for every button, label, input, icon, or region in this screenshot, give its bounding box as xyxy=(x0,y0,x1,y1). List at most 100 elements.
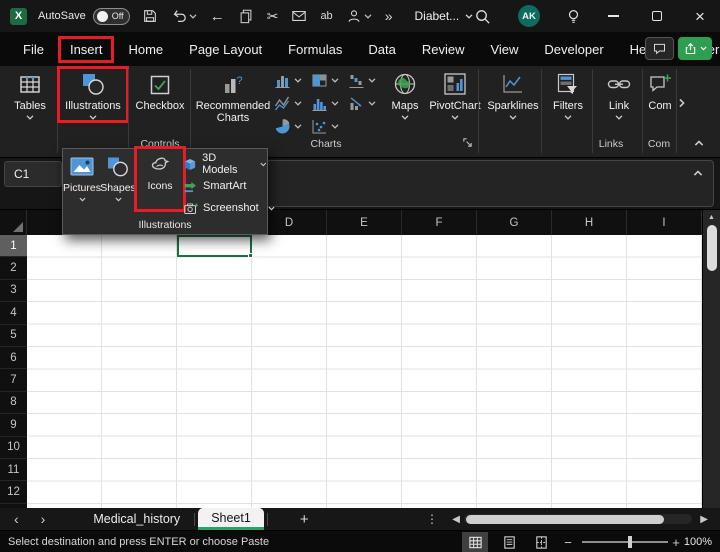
row-header[interactable]: 3 xyxy=(0,280,27,302)
menu-item-smartart[interactable]: SmartArt xyxy=(183,177,246,195)
horizontal-scrollbar[interactable] xyxy=(464,514,692,524)
tab-view[interactable]: View xyxy=(478,36,530,63)
menu-item-3d-models[interactable]: 3D Models xyxy=(183,155,267,173)
normal-view-button[interactable] xyxy=(462,531,488,552)
column-header[interactable]: F xyxy=(402,210,477,235)
row-header[interactable]: 6 xyxy=(0,347,27,369)
email-button[interactable] xyxy=(291,8,307,24)
histogram-chart-icon xyxy=(311,95,328,112)
splitter-dots-icon[interactable]: ⋮ xyxy=(426,512,438,526)
checkbox-button[interactable]: Checkbox xyxy=(132,69,188,112)
vertical-scroll-thumb[interactable] xyxy=(707,225,717,271)
close-button[interactable]: × xyxy=(689,0,711,32)
search-icon[interactable] xyxy=(472,0,492,32)
insert-waterfall-chart-button[interactable] xyxy=(348,72,376,89)
column-header[interactable]: H xyxy=(552,210,627,235)
sheet-tab-medical-history[interactable]: Medical_history xyxy=(93,512,180,526)
menu-item-pictures[interactable]: Pictures xyxy=(65,151,99,213)
select-all-button[interactable] xyxy=(0,210,27,235)
maximize-button[interactable] xyxy=(646,0,668,32)
cut-icon[interactable]: ✂ xyxy=(267,9,279,23)
menu-item-screenshot[interactable]: Screenshot xyxy=(183,199,275,217)
row-header[interactable]: 8 xyxy=(0,392,27,414)
tab-page-layout[interactable]: Page Layout xyxy=(177,36,274,63)
sparklines-button[interactable]: Sparklines xyxy=(484,69,542,120)
horizontal-scroll-thumb[interactable] xyxy=(466,515,664,524)
row-header[interactable]: 9 xyxy=(0,414,27,436)
column-header[interactable]: I xyxy=(627,210,702,235)
recommended-charts-button[interactable]: Recommended Charts xyxy=(194,69,272,124)
charts-dialog-launcher-icon[interactable] xyxy=(462,137,473,148)
zoom-out-button[interactable]: − xyxy=(562,531,574,552)
autosave-state: Off xyxy=(112,11,124,21)
prev-sheet-icon[interactable]: ‹ xyxy=(14,512,19,526)
next-sheet-icon[interactable]: › xyxy=(41,512,46,526)
document-title[interactable]: Diabet... xyxy=(414,9,473,23)
maps-button[interactable]: Maps xyxy=(384,69,426,120)
scroll-left-icon[interactable]: ◀ xyxy=(452,514,460,525)
tab-data[interactable]: Data xyxy=(356,36,407,63)
tab-developer[interactable]: Developer xyxy=(532,36,615,63)
sheet-tab-sheet1[interactable]: Sheet1 xyxy=(198,508,264,530)
page-layout-view-button[interactable] xyxy=(496,531,522,552)
new-sheet-button[interactable]: + xyxy=(300,511,309,528)
pivotchart-button[interactable]: PivotChart xyxy=(428,69,482,120)
tables-button[interactable]: Tables xyxy=(4,69,56,120)
back-arrow-icon[interactable]: ← xyxy=(210,9,225,24)
tab-home[interactable]: Home xyxy=(116,36,175,63)
insert-scatter-chart-button[interactable] xyxy=(311,118,339,135)
share-button[interactable] xyxy=(678,37,712,60)
row-header[interactable]: 2 xyxy=(0,257,27,279)
name-box[interactable]: C1 xyxy=(4,161,62,187)
scroll-right-icon[interactable]: ▶ xyxy=(700,514,708,525)
row-header[interactable]: 10 xyxy=(0,437,27,459)
row-header[interactable]: 12 xyxy=(0,481,27,503)
vertical-scrollbar[interactable]: ▲ xyxy=(702,210,720,508)
lightbulb-icon[interactable] xyxy=(563,0,583,32)
insert-combo-chart-button[interactable] xyxy=(348,95,376,112)
scroll-up-icon[interactable]: ▲ xyxy=(703,214,720,221)
minimize-button[interactable] xyxy=(602,0,624,32)
translate-icon[interactable]: ab xyxy=(320,11,332,22)
insert-statistic-chart-button[interactable] xyxy=(311,95,339,112)
ribbon-scroll-right-icon[interactable] xyxy=(679,98,685,108)
zoom-level[interactable]: 100% xyxy=(682,531,714,552)
row-header[interactable]: 4 xyxy=(0,302,27,324)
accessibility-button[interactable] xyxy=(346,8,372,24)
insert-hierarchy-chart-button[interactable] xyxy=(311,72,339,89)
filters-button[interactable]: Filters xyxy=(546,69,590,120)
autosave-toggle[interactable]: Off xyxy=(93,8,130,25)
comment-button[interactable]: Com xyxy=(646,69,674,112)
menu-item-shapes[interactable]: Shapes xyxy=(101,151,135,213)
save-button[interactable] xyxy=(142,8,158,24)
copy-button[interactable] xyxy=(238,8,254,24)
row-header[interactable]: 11 xyxy=(0,459,27,481)
undo-button[interactable] xyxy=(171,8,197,24)
tab-file[interactable]: File xyxy=(11,36,56,63)
tab-review[interactable]: Review xyxy=(410,36,477,63)
avatar[interactable]: AK xyxy=(517,0,541,32)
menu-item-icons[interactable]: Icons xyxy=(137,149,183,209)
tab-insert[interactable]: Insert xyxy=(58,36,115,63)
column-header[interactable]: G xyxy=(477,210,552,235)
expand-formula-bar-icon[interactable] xyxy=(693,170,703,176)
fill-handle[interactable] xyxy=(248,253,253,258)
zoom-in-button[interactable]: + xyxy=(670,531,682,552)
link-button[interactable]: Link xyxy=(598,69,640,120)
row-header[interactable]: 5 xyxy=(0,325,27,347)
tab-formulas[interactable]: Formulas xyxy=(276,36,354,63)
insert-pie-chart-button[interactable] xyxy=(274,118,302,135)
column-header[interactable]: E xyxy=(327,210,402,235)
illustrations-button[interactable]: Illustrations xyxy=(60,69,126,120)
page-break-view-button[interactable] xyxy=(528,531,554,552)
collapse-ribbon-icon[interactable] xyxy=(694,140,704,146)
comments-button[interactable] xyxy=(645,37,674,60)
zoom-slider-thumb[interactable] xyxy=(628,536,632,548)
insert-column-chart-button[interactable] xyxy=(274,72,302,89)
cell-area[interactable] xyxy=(27,235,702,508)
insert-line-chart-button[interactable] xyxy=(274,95,302,112)
row-header[interactable]: 1 xyxy=(0,235,27,257)
more-commands-icon[interactable]: » xyxy=(385,9,393,23)
zoom-slider[interactable] xyxy=(582,531,668,552)
row-header[interactable]: 7 xyxy=(0,369,27,391)
